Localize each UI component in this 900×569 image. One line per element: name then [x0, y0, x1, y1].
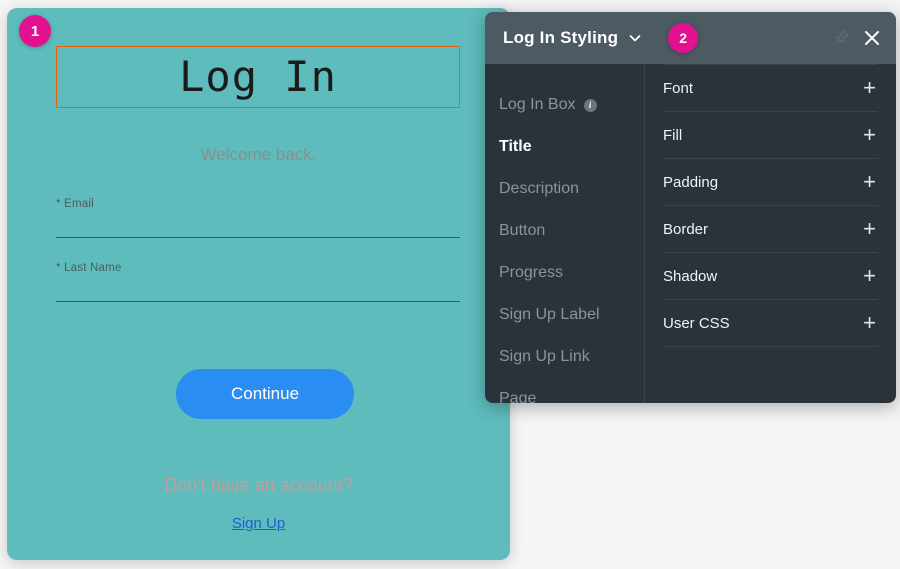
- property-row-shadow[interactable]: Shadow +: [663, 253, 878, 300]
- login-title-selection-box[interactable]: Log In: [56, 46, 460, 108]
- property-label: Padding: [663, 173, 719, 191]
- sidebar-item-label: Sign Up Label: [499, 306, 600, 323]
- property-label: Shadow: [663, 267, 718, 285]
- sidebar-item-label: Page: [499, 390, 537, 403]
- login-preview-card: 1 Log In Welcome back. * Email * Last Na…: [7, 8, 510, 560]
- property-label: User CSS: [663, 314, 730, 332]
- email-field-group: * Email: [56, 198, 460, 238]
- sidebar-item-progress[interactable]: Progress: [485, 252, 644, 294]
- property-label: Border: [663, 220, 709, 238]
- last-name-field-input[interactable]: [56, 301, 460, 302]
- signup-link[interactable]: Sign Up: [7, 515, 510, 532]
- plus-icon[interactable]: +: [863, 312, 878, 334]
- email-field-label: * Email: [56, 198, 94, 210]
- panel-body: Log In Box i Title Description Button Pr…: [485, 64, 896, 403]
- property-row-border[interactable]: Border +: [663, 206, 878, 253]
- plus-icon[interactable]: +: [863, 265, 878, 287]
- property-row-user-css[interactable]: User CSS +: [663, 300, 878, 347]
- sidebar-item-label: Title: [499, 138, 532, 155]
- property-label: Font: [663, 79, 694, 97]
- pin-icon[interactable]: [832, 29, 850, 47]
- sidebar-item-sign-up-link[interactable]: Sign Up Link: [485, 336, 644, 378]
- sidebar-item-description[interactable]: Description: [485, 168, 644, 210]
- sidebar-item-page[interactable]: Page: [485, 378, 644, 403]
- styling-panel: Log In Styling 2 Log In Box i Title Desc…: [485, 12, 896, 403]
- panel-properties-list: Font + Fill + Padding + Border + Shadow …: [645, 64, 896, 403]
- login-description: Welcome back.: [200, 145, 317, 164]
- page-title: Log In: [179, 52, 337, 101]
- step-badge-2: 2: [668, 23, 699, 53]
- property-row-fill[interactable]: Fill +: [663, 112, 878, 159]
- plus-icon[interactable]: +: [863, 124, 878, 146]
- panel-header: Log In Styling 2: [485, 12, 896, 64]
- sidebar-item-title[interactable]: Title: [485, 126, 644, 168]
- sidebar-item-button[interactable]: Button: [485, 210, 644, 252]
- panel-title: Log In Styling: [503, 28, 619, 47]
- sidebar-item-label: Log In Box: [499, 96, 576, 113]
- last-name-field-label: * Last Name: [56, 262, 122, 274]
- plus-icon[interactable]: +: [863, 77, 878, 99]
- chevron-down-icon[interactable]: [628, 31, 642, 45]
- close-icon[interactable]: [862, 28, 882, 48]
- email-field-input[interactable]: [56, 237, 460, 238]
- last-name-field-group: * Last Name: [56, 262, 460, 302]
- sidebar-item-label: Button: [499, 222, 546, 239]
- property-label: Fill: [663, 126, 683, 144]
- signup-prompt-label: Don't have an account?: [164, 475, 353, 495]
- panel-sidebar: Log In Box i Title Description Button Pr…: [485, 64, 645, 403]
- panel-header-actions: [832, 28, 882, 48]
- sidebar-item-sign-up-label[interactable]: Sign Up Label: [485, 294, 644, 336]
- continue-button[interactable]: Continue: [176, 369, 354, 419]
- sidebar-item-label: Progress: [499, 264, 564, 281]
- plus-icon[interactable]: +: [863, 171, 878, 193]
- property-row-padding[interactable]: Padding +: [663, 159, 878, 206]
- sidebar-item-label: Sign Up Link: [499, 348, 590, 365]
- step-badge-1: 1: [19, 15, 51, 47]
- property-row-font[interactable]: Font +: [663, 64, 878, 112]
- sidebar-item-log-in-box[interactable]: Log In Box i: [485, 84, 644, 126]
- plus-icon[interactable]: +: [863, 218, 878, 240]
- info-icon[interactable]: i: [583, 98, 597, 112]
- sidebar-item-label: Description: [499, 180, 580, 197]
